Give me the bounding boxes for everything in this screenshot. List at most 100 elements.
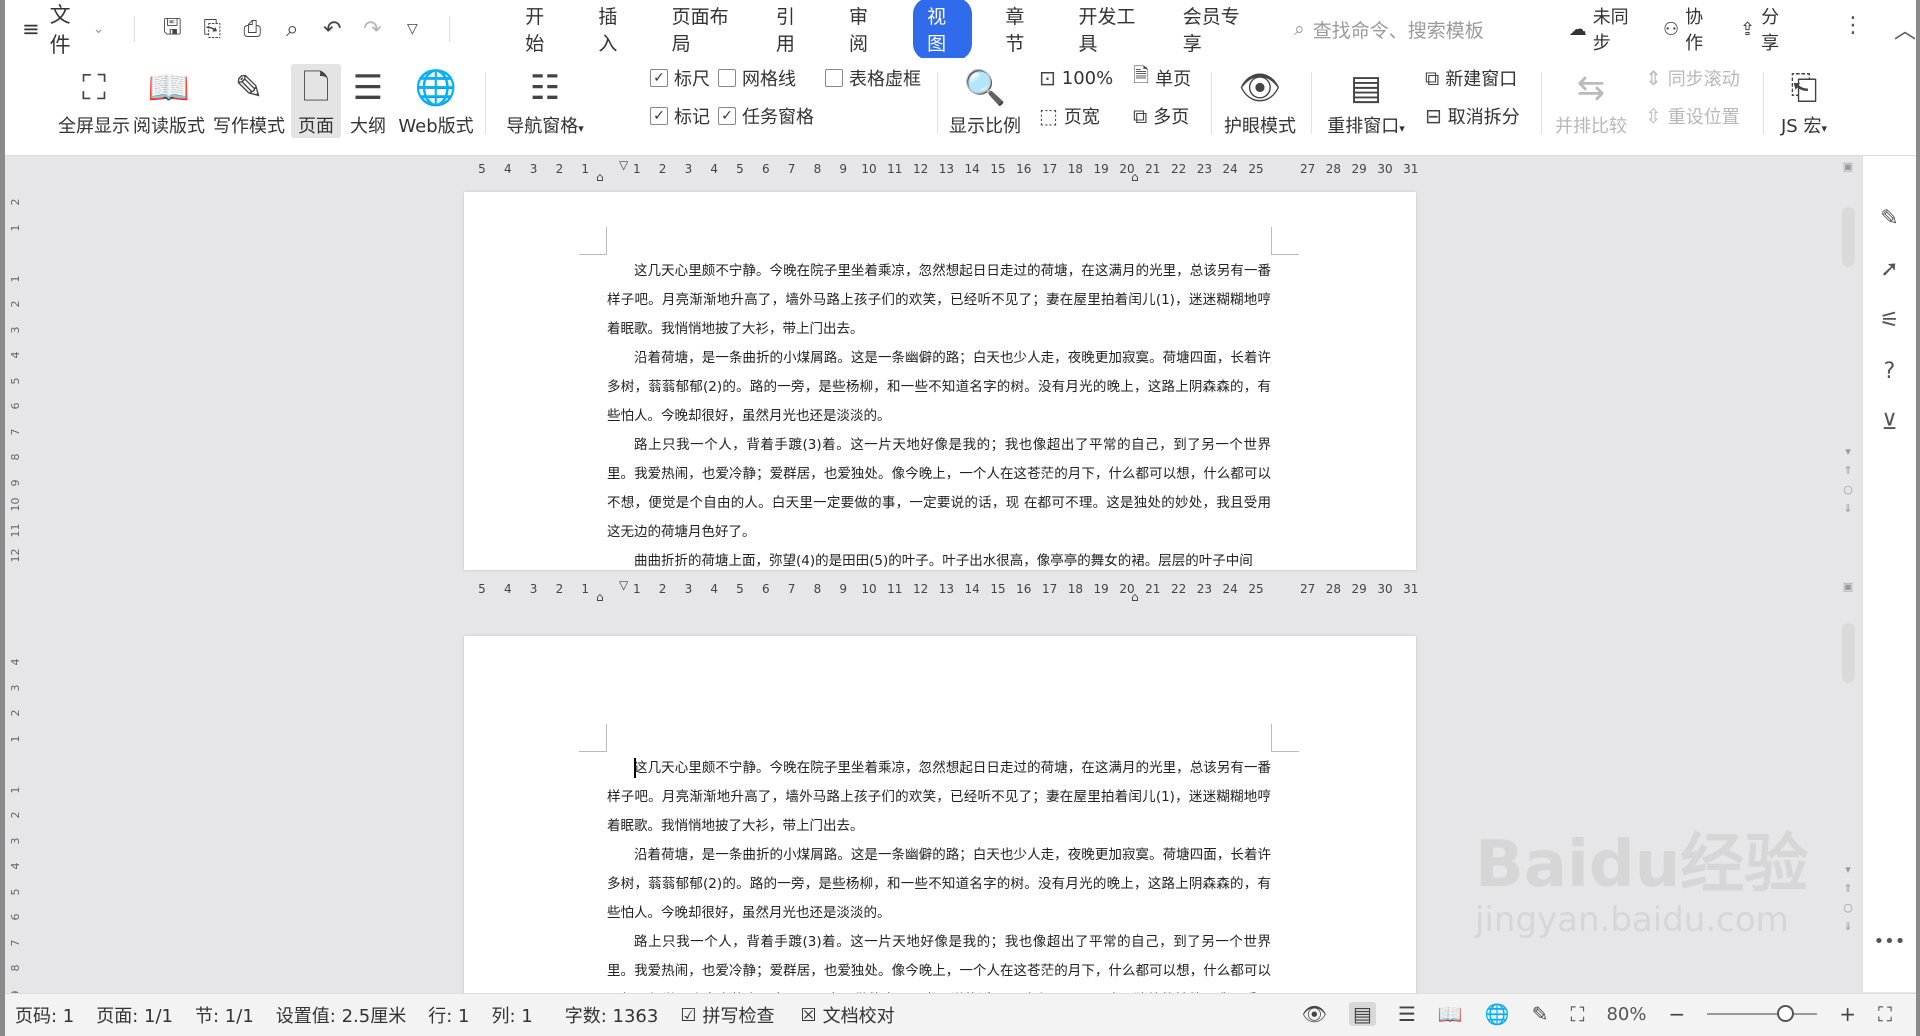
undo-icon[interactable]: ↶: [319, 17, 345, 42]
vertical-ruler[interactable]: 2 1 1 2 3 4 5 6 7 8 9 10 11 12: [8, 180, 24, 563]
document-body[interactable]: 这几天心里颇不宁静。今晚在院子里坐着乘凉，忽然想起日日走过的荷塘，在这满月的光里…: [607, 754, 1271, 994]
zoom-out-icon[interactable]: −: [1668, 1002, 1685, 1026]
read-mode-button[interactable]: 📖 阅读版式: [131, 64, 207, 138]
split-box-icon[interactable]: ▣: [1843, 580, 1853, 593]
page-width-button[interactable]: ⬚ 页宽: [1039, 102, 1100, 130]
zoom-in-icon[interactable]: +: [1839, 1002, 1856, 1026]
paragraph[interactable]: 沿着荷塘，是一条曲折的小煤屑路。这是一条幽僻的路；白天也少人走，夜晚更加寂寞。荷…: [607, 841, 1271, 928]
document-page[interactable]: 这几天心里颇不宁静。今晚在院子里坐着乘凉，忽然想起日日走过的荷塘，在这满月的光里…: [464, 636, 1416, 994]
print-preview-icon[interactable]: ⌕: [279, 17, 305, 42]
indent-marker[interactable]: ▽: [619, 158, 628, 172]
position-setting[interactable]: 设置值: 2.5厘米: [276, 1002, 406, 1028]
paragraph[interactable]: 路上只我一个人，背着手踱(3)着。这一片天地好像是我的；我也像超出了平常的自己，…: [607, 928, 1271, 994]
web-view-icon[interactable]: 🌐: [1485, 1002, 1510, 1026]
spell-check-button[interactable]: ☑ 拼写检查: [680, 1002, 774, 1028]
document-body[interactable]: 这几天心里颇不宁静。今晚在院子里坐着乘凉，忽然想起日日走过的荷塘，在这满月的光里…: [607, 257, 1271, 570]
section-count[interactable]: 节: 1/1: [195, 1002, 254, 1028]
marks-checkbox[interactable]: ✓ 标记: [650, 102, 710, 130]
sync-button[interactable]: ☁ 未同步: [1569, 3, 1637, 55]
page-count[interactable]: 页面: 1/1: [96, 1002, 173, 1028]
tab-chapter[interactable]: 章节: [1005, 0, 1036, 61]
customize-icon[interactable]: ▽: [399, 21, 425, 37]
collapse-ribbon-icon[interactable]: ︿: [1894, 13, 1916, 45]
inbox-icon[interactable]: ⊻: [1881, 410, 1897, 435]
vertical-scrollbar[interactable]: ▣ ▾ ⇑ ○ ⇓: [1836, 580, 1860, 990]
share-button[interactable]: ⇪ 分享: [1740, 3, 1790, 55]
outline-button[interactable]: ☰ 大纲: [345, 64, 391, 138]
fullscreen-button[interactable]: ⛶ 全屏显示: [57, 64, 131, 138]
paragraph[interactable]: 这几天心里颇不宁静。今晚在院子里坐着乘凉，忽然想起日日走过的荷塘，在这满月的光里…: [607, 754, 1271, 841]
arrange-button[interactable]: ▤ 重排窗口▾: [1321, 64, 1411, 138]
more-icon[interactable]: ⋮: [1842, 13, 1864, 45]
zoom-100-button[interactable]: ⊡ 100%: [1039, 64, 1113, 92]
nav-pane-button[interactable]: ☷ 导航窗格▾: [499, 64, 591, 138]
horizontal-ruler[interactable]: 5 4 3 2 1 1 2 3 4 5 6 7 8 9 10 11 12 13 14 15 16 17 18 19 20 21 22…: [471, 158, 1418, 184]
page-view-button[interactable]: 🗋 页面: [291, 64, 341, 138]
reset-position-button[interactable]: ⇳ 重设位置: [1645, 102, 1740, 130]
next-page-icon[interactable]: ⇓: [1843, 920, 1852, 933]
indent-marker[interactable]: ⌂: [596, 590, 604, 604]
indent-marker[interactable]: ▽: [619, 578, 628, 592]
gridlines-checkbox[interactable]: 网格线: [718, 64, 796, 92]
multi-page-button[interactable]: ⧉ 多页: [1133, 102, 1189, 130]
paragraph[interactable]: 这几天心里颇不宁静。今晚在院子里坐着乘凉，忽然想起日日走过的荷塘，在这满月的光里…: [607, 257, 1271, 344]
js-macro-button[interactable]: ⎗ JS 宏▾: [1769, 64, 1839, 138]
tab-home[interactable]: 开始: [525, 0, 556, 61]
more-icon[interactable]: •••: [1874, 931, 1906, 952]
vertical-ruler[interactable]: 4321123456789: [8, 640, 24, 998]
sync-scroll-button[interactable]: ⇕ 同步滚动: [1645, 64, 1740, 92]
zoom-slider[interactable]: [1707, 1005, 1818, 1022]
write-view-icon[interactable]: ✎: [1532, 1002, 1549, 1026]
tab-insert[interactable]: 插入: [598, 0, 629, 61]
zoom-button[interactable]: 🔍 显示比例: [945, 64, 1025, 138]
indent-marker[interactable]: ⌂: [596, 170, 604, 184]
ruler-checkbox[interactable]: ✓ 标尺: [650, 64, 710, 92]
cancel-split-button[interactable]: ⊟ 取消拆分: [1425, 102, 1520, 130]
page-code[interactable]: 页码: 1: [15, 1002, 74, 1028]
file-menu[interactable]: ≡ 文件 ⌄: [5, 0, 120, 59]
tab-view[interactable]: 视图: [913, 0, 973, 60]
tab-member[interactable]: 会员专享: [1183, 0, 1245, 61]
settings-sliders-icon[interactable]: ⚟: [1880, 308, 1900, 333]
outline-view-icon[interactable]: ☰: [1398, 1002, 1416, 1026]
tab-developer[interactable]: 开发工具: [1078, 0, 1140, 61]
paragraph[interactable]: 曲曲折折的荷塘上面，弥望(4)的是田田(5)的叶子。叶子出水很高，像亭亭的舞女的…: [607, 547, 1271, 570]
one-page-button[interactable]: 🗎 单页: [1133, 63, 1191, 92]
split-box-icon[interactable]: ▣: [1843, 160, 1853, 173]
tab-references[interactable]: 引用: [776, 0, 807, 61]
scroll-thumb[interactable]: [1841, 623, 1855, 683]
help-icon[interactable]: ?: [1884, 359, 1896, 384]
eye-mode-button[interactable]: 👁 护眼模式: [1217, 64, 1303, 138]
scroll-thumb[interactable]: [1841, 207, 1855, 267]
next-page-icon[interactable]: ⇓: [1843, 502, 1852, 515]
format-painter-icon[interactable]: ⎘: [199, 17, 225, 42]
paragraph[interactable]: 沿着荷塘，是一条曲折的小煤屑路。这是一条幽僻的路；白天也少人走，夜晚更加寂寞。荷…: [607, 344, 1271, 431]
collab-button[interactable]: ⚇ 协作: [1663, 3, 1714, 55]
redo-icon[interactable]: ↷: [359, 17, 385, 42]
scroll-down-icon[interactable]: ▾: [1845, 863, 1851, 876]
tab-layout[interactable]: 页面布局: [672, 0, 734, 61]
read-view-icon[interactable]: 📖: [1438, 1002, 1463, 1026]
write-mode-button[interactable]: ✎ 写作模式: [210, 64, 288, 138]
task-pane-handle[interactable]: [1916, 628, 1920, 684]
document-page[interactable]: 这几天心里颇不宁静。今晚在院子里坐着乘凉，忽然想起日日走过的荷塘，在这满月的光里…: [464, 192, 1416, 570]
prev-page-icon[interactable]: ⇑: [1843, 882, 1852, 895]
scroll-down-icon[interactable]: ▾: [1845, 445, 1851, 458]
save-icon[interactable]: 🖫: [159, 10, 185, 48]
print-icon[interactable]: ⎙: [239, 17, 265, 42]
indent-marker[interactable]: ⌂: [1131, 590, 1139, 604]
horizontal-ruler[interactable]: 5 4 3 2 1 1 2 3 4 5 6 7 8 9 10 11 12 13 14 15 16 17 18 19 20 21 22…: [471, 578, 1418, 604]
proofread-button[interactable]: ☒ 文档校对: [800, 1002, 894, 1028]
web-layout-button[interactable]: 🌐 Web版式: [395, 64, 477, 138]
table-grid-checkbox[interactable]: 表格虚框: [825, 64, 921, 92]
edit-icon[interactable]: ✎: [1880, 206, 1898, 231]
column-number[interactable]: 列: 1: [491, 1002, 532, 1028]
zoom-level[interactable]: 80%: [1606, 1004, 1646, 1025]
page-view-icon[interactable]: ▤: [1349, 1002, 1376, 1026]
prev-page-icon[interactable]: ⇑: [1843, 464, 1852, 477]
browse-object-icon[interactable]: ○: [1843, 901, 1853, 914]
side-by-side-button[interactable]: ⇆ 并排比较: [1549, 64, 1633, 138]
command-search[interactable]: ⌕ 查找命令、搜索模板: [1294, 16, 1529, 43]
fit-zoom-icon[interactable]: ⛶: [1570, 1002, 1584, 1026]
tab-review[interactable]: 审阅: [849, 0, 880, 61]
